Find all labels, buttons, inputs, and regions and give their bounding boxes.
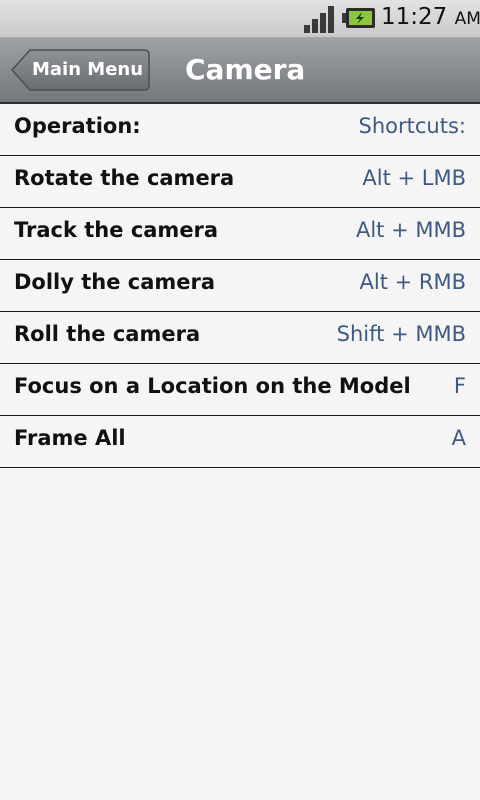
- shortcuts-header: Shortcuts:: [358, 114, 466, 138]
- list-header-row: Operation: Shortcuts:: [0, 104, 480, 156]
- list-item[interactable]: Roll the camera Shift + MMB: [0, 312, 480, 364]
- operation-label: Dolly the camera: [14, 270, 216, 294]
- status-bar: 11:27 AM: [0, 0, 480, 38]
- shortcut-list: Operation: Shortcuts: Rotate the camera …: [0, 104, 480, 468]
- operation-label: Roll the camera: [14, 322, 201, 346]
- clock-ampm: AM: [454, 9, 480, 29]
- shortcut-value: Shift + MMB: [336, 322, 466, 346]
- shortcut-value: F: [453, 374, 466, 398]
- list-item[interactable]: Frame All A: [0, 416, 480, 468]
- shortcut-value: Alt + LMB: [362, 166, 466, 190]
- title-bar: Main Menu Camera: [0, 38, 480, 104]
- main-menu-back-button[interactable]: Main Menu: [11, 49, 150, 91]
- status-clock: 11:27 AM: [381, 4, 480, 30]
- operation-label: Rotate the camera: [14, 166, 235, 190]
- page-title: Camera: [185, 53, 306, 86]
- shortcut-value: A: [451, 426, 466, 450]
- list-item[interactable]: Dolly the camera Alt + RMB: [0, 260, 480, 312]
- list-item[interactable]: Track the camera Alt + MMB: [0, 208, 480, 260]
- clock-time: 11:27: [381, 4, 448, 30]
- operation-label: Focus on a Location on the Model: [14, 374, 411, 398]
- list-item[interactable]: Rotate the camera Alt + LMB: [0, 156, 480, 208]
- operation-label: Track the camera: [14, 218, 219, 242]
- shortcut-value: Alt + MMB: [355, 218, 466, 242]
- back-button-label: Main Menu: [31, 59, 144, 80]
- list-item[interactable]: Focus on a Location on the Model F: [0, 364, 480, 416]
- shortcut-value: Alt + RMB: [359, 270, 467, 294]
- operation-header: Operation:: [14, 114, 141, 138]
- battery-charging-icon: [342, 8, 375, 28]
- operation-label: Frame All: [14, 426, 126, 450]
- signal-icon: [304, 6, 334, 33]
